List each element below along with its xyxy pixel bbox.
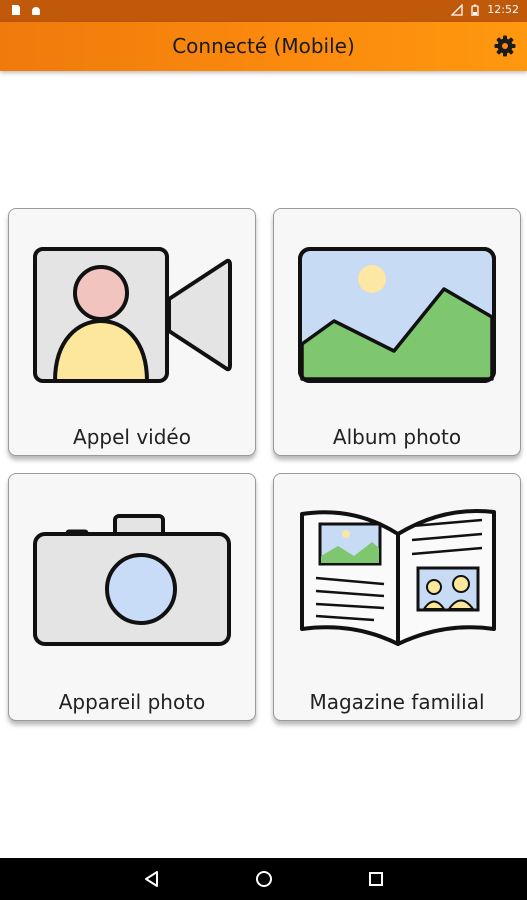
camera-icon <box>33 514 231 646</box>
tile-label: Magazine familial <box>309 690 485 714</box>
tile-label: Appel vidéo <box>73 425 191 449</box>
tile-photo-album[interactable]: Album photo <box>273 208 521 456</box>
video-call-icon <box>33 247 232 383</box>
recents-icon[interactable] <box>365 868 387 890</box>
android-icon <box>32 7 40 15</box>
battery-icon <box>471 4 479 16</box>
tile-camera[interactable]: Appareil photo <box>8 473 256 721</box>
gear-icon[interactable] <box>493 34 517 58</box>
tile-label: Album photo <box>332 425 462 449</box>
no-signal-icon <box>451 3 463 16</box>
navigation-bar <box>0 858 527 900</box>
app-title: Connecté (Mobile) <box>172 34 355 58</box>
app-bar: Connecté (Mobile) <box>0 22 527 71</box>
status-left-icons <box>10 4 42 16</box>
back-icon[interactable] <box>141 868 163 890</box>
tile-video-call[interactable]: Appel vidéo <box>8 208 256 456</box>
magazine-icon <box>300 508 496 646</box>
status-time: 12:52 <box>487 3 519 16</box>
status-bar: 12:52 <box>0 0 527 22</box>
photo-album-icon <box>298 247 496 383</box>
tile-family-magazine[interactable]: Magazine familial <box>273 473 521 721</box>
tile-label: Appareil photo <box>58 690 206 714</box>
status-right-icons: 12:52 <box>451 3 519 16</box>
sim-card-icon <box>12 5 20 15</box>
home-icon[interactable] <box>253 868 275 890</box>
